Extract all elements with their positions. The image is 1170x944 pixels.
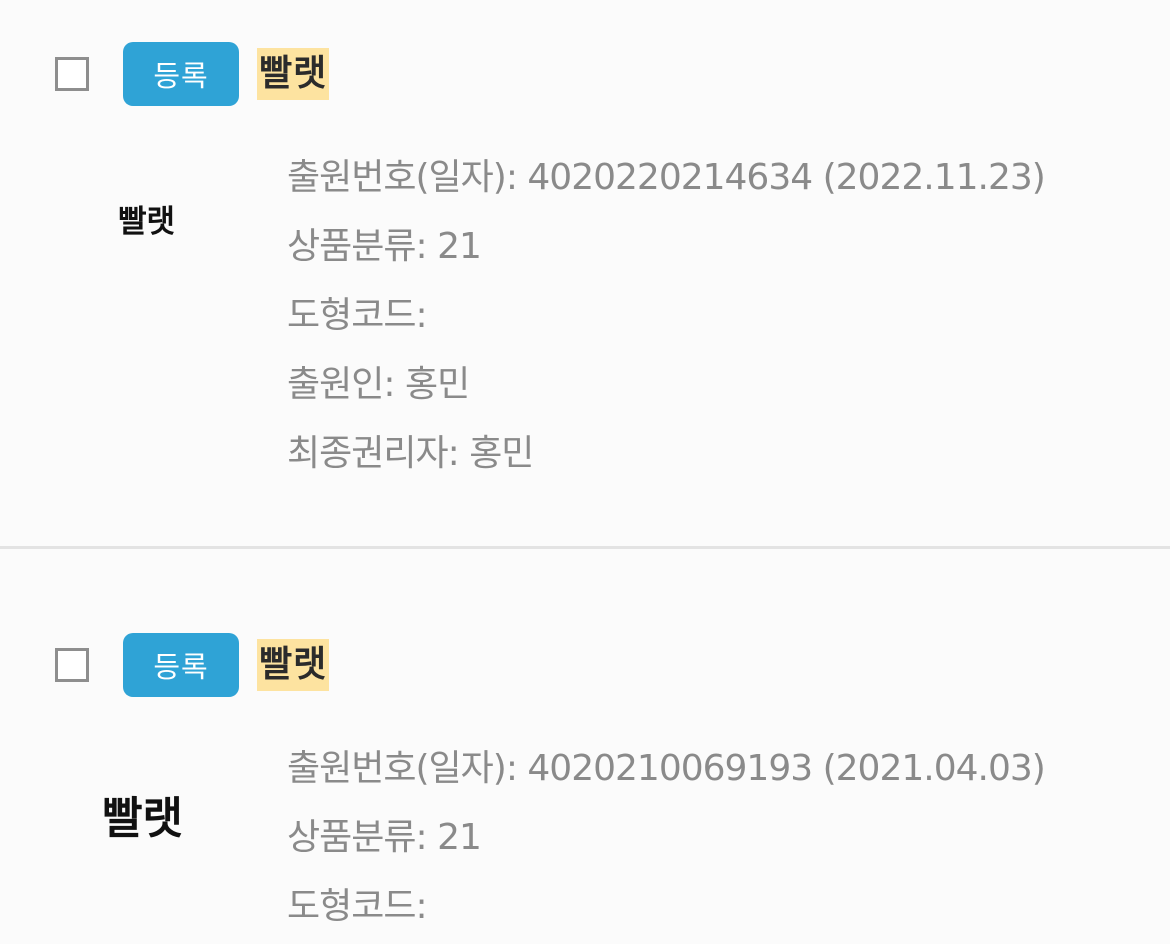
field-label: 최종권리자 — [287, 433, 449, 474]
trademark-search-results: 등록 빨랫 빨랫 출원번호(일자): 4020220214634 (2022.1… — [0, 0, 1170, 944]
status-badge: 등록 — [123, 633, 239, 697]
product-class-field: 상품분류: 21 — [287, 226, 482, 267]
field-value: 4020210069193 (2021.04.03) — [527, 748, 1045, 789]
field-label: 도형코드 — [287, 886, 416, 927]
field-label: 출원인 — [287, 364, 384, 405]
trademark-title[interactable]: 빨랫 — [257, 48, 330, 100]
trademark-title[interactable]: 빨랫 — [257, 639, 330, 691]
select-checkbox[interactable] — [55, 648, 89, 682]
field-value: 4020220214634 (2022.11.23) — [527, 157, 1045, 198]
result-details: 출원번호(일자): 4020210069193 (2021.04.03) 상품분… — [287, 739, 1046, 944]
field-value: 21 — [437, 817, 482, 858]
trademark-image[interactable]: 빨랫 — [102, 782, 183, 846]
field-value: 홍민 — [469, 433, 534, 474]
applicant-field: 출원인: 홍민 — [287, 364, 470, 405]
field-value: 홍민 — [404, 364, 470, 405]
field-value: 21 — [437, 226, 482, 267]
result-title-row: 등록 빨랫 — [55, 41, 330, 107]
status-badge: 등록 — [123, 42, 239, 106]
field-label: 상품분류 — [287, 226, 416, 267]
field-label: 도형코드 — [287, 295, 416, 336]
result-divider — [0, 546, 1170, 549]
result-details: 출원번호(일자): 4020220214634 (2022.11.23) 상품분… — [287, 148, 1046, 493]
figure-code-field: 도형코드: — [287, 886, 428, 927]
application-number-field: 출원번호(일자): 4020220214634 (2022.11.23) — [287, 157, 1046, 198]
field-label: 출원번호(일자) — [287, 157, 507, 198]
select-checkbox[interactable] — [55, 57, 89, 91]
result-title-row: 등록 빨랫 — [55, 632, 330, 698]
result-card[interactable]: 등록 빨랫 빨랫 출원번호(일자): 4020210069193 (2021.0… — [0, 550, 1170, 944]
final-right-holder-field: 최종권리자: 홍민 — [287, 433, 534, 474]
field-label: 출원번호(일자) — [287, 748, 507, 789]
product-class-field: 상품분류: 21 — [287, 817, 482, 858]
trademark-image[interactable]: 빨랫 — [118, 196, 175, 241]
figure-code-field: 도형코드: — [287, 295, 428, 336]
application-number-field: 출원번호(일자): 4020210069193 (2021.04.03) — [287, 748, 1046, 789]
result-card[interactable]: 등록 빨랫 빨랫 출원번호(일자): 4020220214634 (2022.1… — [0, 0, 1170, 547]
field-label: 상품분류 — [287, 817, 416, 858]
